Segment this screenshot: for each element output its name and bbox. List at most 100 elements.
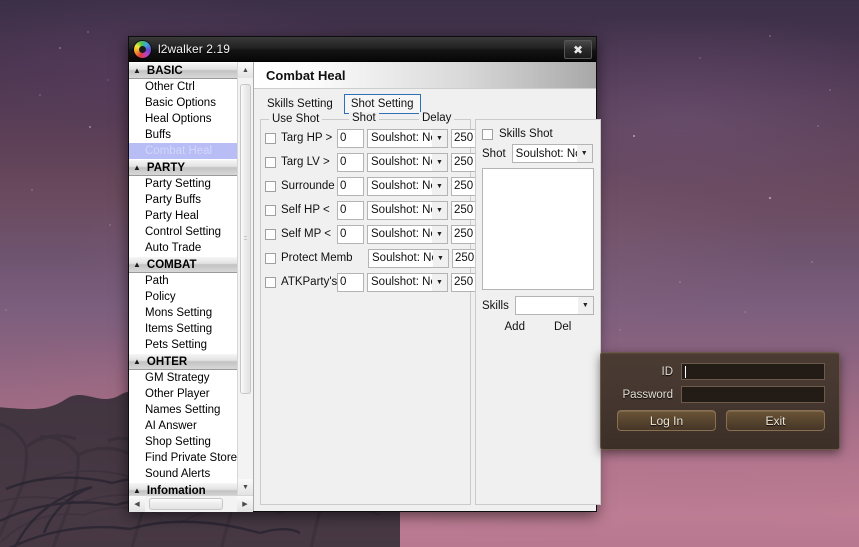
- skills-shot-listbox[interactable]: [482, 168, 594, 290]
- chevron-down-icon[interactable]: ▼: [432, 201, 447, 219]
- use-shot-groupbox: Use Shot Shot Delay Targ HP >Soulshot: N…: [260, 112, 481, 505]
- sidebar-group-label: OHTER: [146, 355, 188, 368]
- use-shot-type-dropdown[interactable]: Soulshot: No ▼: [367, 224, 448, 244]
- sidebar-group-combat[interactable]: ▲ COMBAT: [129, 256, 237, 273]
- use-shot-checkbox[interactable]: [265, 228, 276, 240]
- sidebar-item-party-setting[interactable]: Party Setting: [129, 176, 237, 192]
- skills-shot-shot-dropdown[interactable]: Soulshot: No ▼: [511, 144, 593, 163]
- sidebar-item-find-private-store[interactable]: Find Private Store: [129, 450, 237, 466]
- scroll-track-horizontal[interactable]: [145, 495, 237, 512]
- sidebar-item-heal-options[interactable]: Heal Options: [129, 111, 237, 127]
- use-shot-row: Targ LV > Soulshot: No▼: [261, 150, 480, 174]
- content-pane: Combat Heal Skills Setting Shot Setting U…: [254, 62, 601, 511]
- chevron-down-icon[interactable]: ▼: [432, 153, 447, 171]
- scroll-left-icon[interactable]: ◀: [129, 495, 145, 512]
- skills-shot-checkbox[interactable]: [482, 128, 493, 140]
- sidebar-item-buffs[interactable]: Buffs: [129, 127, 237, 143]
- skills-select-dropdown[interactable]: ▼: [514, 296, 594, 315]
- use-shot-type-dropdown[interactable]: Soulshot: No ▼: [367, 128, 448, 148]
- sidebar-item-control-setting[interactable]: Control Setting: [129, 224, 237, 240]
- sidebar-item-shop-setting[interactable]: Shop Setting: [129, 434, 237, 450]
- sidebar-nav-list[interactable]: ▲ BASIC Other Ctrl Basic Options Heal Option…: [129, 62, 237, 495]
- password-field[interactable]: [681, 386, 825, 403]
- use-shot-row-label: Targ LV >: [281, 156, 330, 168]
- sidebar-item-ai-answer[interactable]: AI Answer: [129, 418, 237, 434]
- sidebar-item-basic-options[interactable]: Basic Options: [129, 95, 237, 111]
- use-shot-type-value: Soulshot: No: [371, 204, 432, 216]
- chevron-down-icon[interactable]: ▼: [433, 249, 448, 267]
- chevron-down-icon[interactable]: ▼: [576, 145, 592, 162]
- scroll-track-vertical[interactable]: [238, 78, 253, 479]
- scroll-thumb-vertical[interactable]: [240, 84, 251, 394]
- scroll-right-icon[interactable]: ▶: [237, 495, 253, 512]
- use-shot-type-dropdown[interactable]: Soulshot: No ▼: [367, 176, 448, 196]
- chevron-up-icon: ▲: [133, 486, 141, 495]
- sidebar-vertical-scrollbar[interactable]: ▲ ▼: [237, 62, 253, 495]
- id-field[interactable]: [681, 363, 825, 380]
- use-shot-threshold-input[interactable]: [337, 176, 364, 196]
- use-shot-type-dropdown[interactable]: Soulshot: No ▼: [367, 200, 448, 220]
- chevron-down-icon[interactable]: ▼: [432, 129, 447, 147]
- sidebar-item-party-buffs[interactable]: Party Buffs: [129, 192, 237, 208]
- use-shot-threshold-input[interactable]: [337, 200, 364, 220]
- use-shot-type-dropdown[interactable]: Soulshot: No ▼: [367, 272, 448, 292]
- chevron-down-icon[interactable]: ▼: [432, 177, 447, 195]
- use-shot-row-label: Targ HP >: [281, 132, 333, 144]
- scroll-down-icon[interactable]: ▼: [238, 479, 253, 495]
- sidebar-item-combat-heal[interactable]: Combat Heal: [129, 143, 237, 159]
- tab-shot-setting[interactable]: Shot Setting: [343, 94, 421, 114]
- use-shot-type-dropdown[interactable]: Soulshot: No ▼: [368, 248, 449, 268]
- sidebar-item-policy[interactable]: Policy: [129, 289, 237, 305]
- use-shot-row: Targ HP > Soulshot: No▼: [261, 126, 480, 150]
- scroll-thumb-horizontal[interactable]: [149, 497, 223, 510]
- use-shot-type-value: Soulshot: No: [371, 156, 432, 168]
- use-shot-checkbox[interactable]: [265, 156, 276, 168]
- sidebar-item-path[interactable]: Path: [129, 273, 237, 289]
- use-shot-threshold-input[interactable]: [337, 224, 364, 244]
- exit-button[interactable]: Exit: [726, 410, 825, 431]
- add-button[interactable]: Add: [505, 321, 525, 333]
- use-shot-type-dropdown[interactable]: Soulshot: No ▼: [367, 152, 448, 172]
- use-shot-checkbox[interactable]: [265, 180, 276, 192]
- sidebar-item-items-setting[interactable]: Items Setting: [129, 321, 237, 337]
- page-title: Combat Heal: [266, 67, 346, 83]
- use-shot-row: ATKParty's Soulshot: No▼: [261, 270, 480, 294]
- sidebar-item-sound-alerts[interactable]: Sound Alerts: [129, 466, 237, 482]
- chevron-down-icon[interactable]: ▼: [577, 297, 593, 314]
- chevron-down-icon[interactable]: ▼: [432, 273, 447, 291]
- use-shot-checkbox[interactable]: [265, 204, 276, 216]
- scroll-up-icon[interactable]: ▲: [238, 62, 253, 78]
- tab-skills-setting[interactable]: Skills Setting: [260, 94, 340, 114]
- use-shot-checkbox[interactable]: [265, 132, 276, 144]
- sidebar-item-other-player[interactable]: Other Player: [129, 386, 237, 402]
- sidebar-item-gm-strategy[interactable]: GM Strategy: [129, 370, 237, 386]
- close-icon[interactable]: ✖: [564, 40, 592, 59]
- use-shot-threshold-input[interactable]: [337, 128, 364, 148]
- use-shot-row-label: Self MP <: [281, 228, 331, 240]
- sidebar-item-other-ctrl[interactable]: Other Ctrl: [129, 79, 237, 95]
- use-shot-row-label: ATKParty's: [281, 276, 337, 288]
- sidebar-group-ohter[interactable]: ▲ OHTER: [129, 353, 237, 370]
- sidebar-group-party[interactable]: ▲ PARTY: [129, 159, 237, 176]
- skills-shot-skills-row: Skills ▼: [476, 290, 600, 315]
- chevron-down-icon[interactable]: ▼: [432, 225, 447, 243]
- log-in-button[interactable]: Log In: [617, 410, 716, 431]
- use-shot-threshold-input[interactable]: [337, 152, 364, 172]
- del-button[interactable]: Del: [554, 321, 571, 333]
- sidebar-group-basic[interactable]: ▲ BASIC: [129, 62, 237, 79]
- settings-panels: Use Shot Shot Delay Targ HP >Soulshot: N…: [254, 112, 601, 511]
- sidebar-item-names-setting[interactable]: Names Setting: [129, 402, 237, 418]
- sidebar-horizontal-scrollbar[interactable]: ◀ ▶: [129, 495, 253, 512]
- use-shot-row: Self HP < Soulshot: No▼: [261, 198, 480, 222]
- sidebar-item-auto-trade[interactable]: Auto Trade: [129, 240, 237, 256]
- use-shot-threshold-input[interactable]: [337, 272, 364, 292]
- sidebar-item-mons-setting[interactable]: Mons Setting: [129, 305, 237, 321]
- sidebar-item-party-heal[interactable]: Party Heal: [129, 208, 237, 224]
- use-shot-checkbox[interactable]: [265, 252, 276, 264]
- sidebar-group-infomation[interactable]: ▲ Infomation: [129, 482, 237, 495]
- window-titlebar[interactable]: l2walker 2.19 ✖: [129, 37, 596, 62]
- sidebar-item-pets-setting[interactable]: Pets Setting: [129, 337, 237, 353]
- use-shot-checkbox[interactable]: [265, 276, 276, 288]
- id-label: ID: [661, 365, 674, 378]
- skills-shot-groupbox: Skills Shot Shot Soulshot: No ▼ Skills ▼…: [475, 119, 601, 505]
